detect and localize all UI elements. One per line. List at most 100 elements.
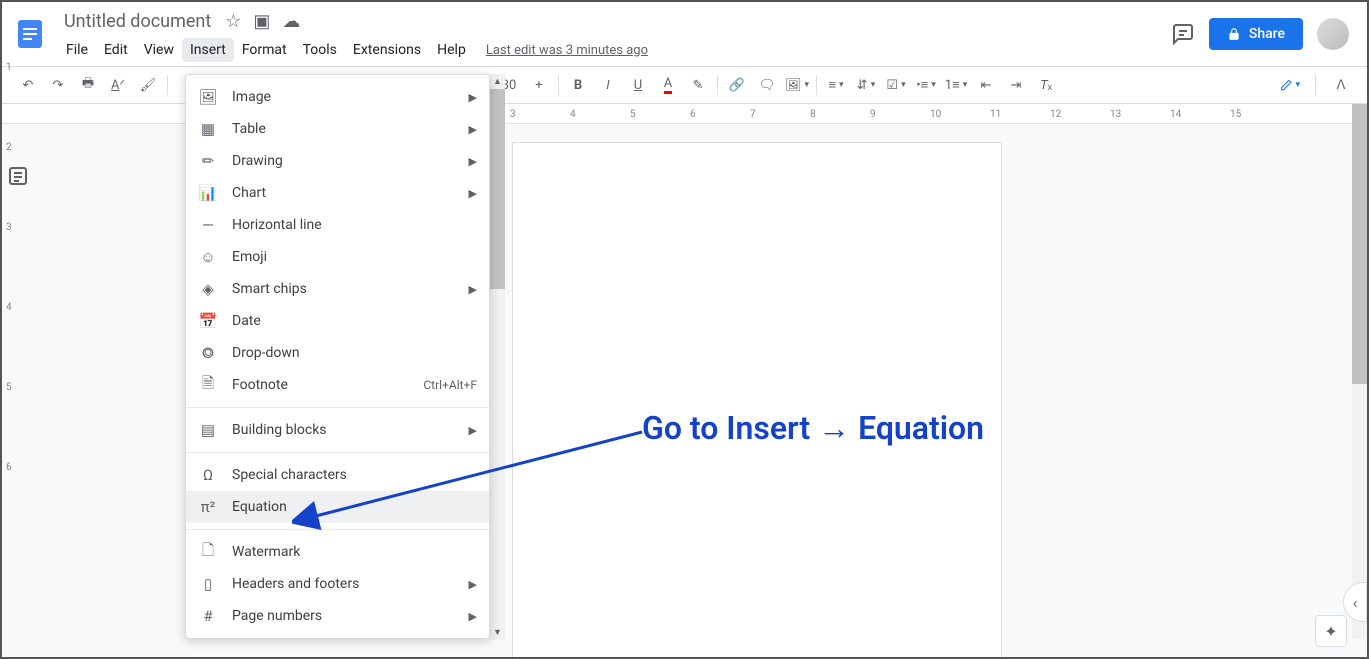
title-area: Untitled document ☆ ▣ ☁ File Edit View I… <box>58 5 1171 63</box>
menu-help[interactable]: Help <box>429 38 474 62</box>
italic-button[interactable]: I <box>594 71 622 99</box>
footnote-icon: 🗎 <box>198 375 218 395</box>
menu-view[interactable]: View <box>136 38 182 62</box>
submenu-arrow-icon: ▶ <box>469 91 477 104</box>
insert-menu-item-building-blocks[interactable]: ▤ Building blocks▶ <box>186 414 489 446</box>
document-title[interactable]: Untitled document <box>58 9 217 34</box>
insert-menu-item-smart-chips[interactable]: ◈Smart chips▶ <box>186 273 489 305</box>
highlight-button[interactable]: ✎ <box>684 71 712 99</box>
share-button[interactable]: Share <box>1209 18 1303 50</box>
star-icon[interactable]: ☆ <box>225 11 241 32</box>
menu-format[interactable]: Format <box>234 38 295 62</box>
menu-item-label: Image <box>232 89 469 105</box>
insert-menu-item-table[interactable]: ▦Table▶ <box>186 113 489 145</box>
chips-icon: ◈ <box>198 279 218 299</box>
drawing-icon: ✏ <box>198 151 218 171</box>
hide-menus-button[interactable]: ᐱ <box>1327 71 1355 99</box>
insert-menu-dropdown: 🖼Image▶▦Table▶✏Drawing▶📊Chart▶—Horizonta… <box>185 74 490 639</box>
insert-menu-item-footnote[interactable]: 🗎FootnoteCtrl+Alt+F <box>186 369 489 401</box>
hline-icon: — <box>198 215 218 235</box>
pi-icon: π² <box>198 497 218 517</box>
emoji-icon: ☺ <box>198 247 218 267</box>
insert-menu-item-headers-and-footers[interactable]: ▯Headers and footers▶ <box>186 568 489 600</box>
redo-button[interactable]: ↷ <box>44 71 72 99</box>
menu-item-label: Drawing <box>232 153 469 169</box>
line-spacing-button[interactable]: ⇵ <box>852 71 880 99</box>
menu-item-label: Special characters <box>232 467 477 483</box>
chart-icon: 📊 <box>198 183 218 203</box>
dropdown-icon: ⭗ <box>198 343 218 363</box>
page[interactable] <box>512 142 1002 657</box>
insert-menu-item-watermark[interactable]: 🗋Watermark <box>186 536 489 568</box>
omega-icon: Ω <box>198 465 218 485</box>
cloud-status-icon[interactable]: ☁ <box>282 11 300 32</box>
insert-image-button[interactable]: 🖼 <box>783 71 811 99</box>
editing-mode-button[interactable] <box>1276 71 1304 99</box>
table-icon: ▦ <box>198 119 218 139</box>
decrease-indent-button[interactable]: ⇤ <box>972 71 1000 99</box>
header: Untitled document ☆ ▣ ☁ File Edit View I… <box>2 2 1367 66</box>
insert-menu-item-date[interactable]: 📅 Date <box>186 305 489 337</box>
lock-icon <box>1227 27 1241 41</box>
menu-item-label: Drop-down <box>232 345 477 361</box>
menu-item-label: Smart chips <box>232 281 469 297</box>
submenu-arrow-icon: ▶ <box>469 578 477 591</box>
spellcheck-button[interactable]: Aᐟ <box>104 71 132 99</box>
zoom-plus-button[interactable]: + <box>525 71 553 99</box>
insert-menu-item-equation[interactable]: π² Equation <box>186 491 489 523</box>
text-color-button[interactable]: A <box>654 71 682 99</box>
menu-item-label: Table <box>232 121 469 137</box>
insert-menu-item-special-characters[interactable]: Ω Special characters <box>186 459 489 491</box>
menu-item-label: Date <box>232 313 477 329</box>
vertical-scrollbar[interactable] <box>1352 104 1367 639</box>
align-button[interactable]: ≡ <box>822 71 850 99</box>
paint-format-button[interactable]: 🖌 <box>134 71 162 99</box>
insert-menu-item-horizontal-line[interactable]: — Horizontal line <box>186 209 489 241</box>
bold-button[interactable]: B <box>564 71 592 99</box>
submenu-arrow-icon: ▶ <box>469 424 477 437</box>
menu-insert[interactable]: Insert <box>182 38 234 62</box>
insert-menu-item-image[interactable]: 🖼 Image▶ <box>186 81 489 113</box>
clear-formatting-button[interactable]: Tₓ <box>1032 71 1060 99</box>
menu-file[interactable]: File <box>58 38 96 62</box>
submenu-arrow-icon: ▶ <box>469 610 477 623</box>
menu-item-label: Headers and footers <box>232 576 469 592</box>
pagenum-icon: # <box>198 606 218 626</box>
menu-item-label: Page numbers <box>232 608 469 624</box>
insert-link-button[interactable]: 🔗 <box>723 71 751 99</box>
increase-indent-button[interactable]: ⇥ <box>1002 71 1030 99</box>
last-edit-link[interactable]: Last edit was 3 minutes ago <box>486 43 648 58</box>
insert-menu-item-page-numbers[interactable]: # Page numbers▶ <box>186 600 489 632</box>
submenu-arrow-icon: ▶ <box>469 187 477 200</box>
image-icon: 🖼 <box>198 87 218 107</box>
move-icon[interactable]: ▣ <box>253 11 270 32</box>
insert-menu-item-chart[interactable]: 📊 Chart▶ <box>186 177 489 209</box>
checklist-button[interactable]: ☑ <box>882 71 910 99</box>
comment-history-icon[interactable] <box>1171 22 1195 46</box>
add-comment-button[interactable]: 🗨 <box>753 71 781 99</box>
account-avatar[interactable] <box>1317 18 1349 50</box>
menu-item-label: Equation <box>232 499 477 515</box>
vertical-ruler[interactable]: 123456 <box>6 2 20 657</box>
insert-menu-item-drop-down[interactable]: ⭗ Drop-down <box>186 337 489 369</box>
print-button[interactable]: 🖶 <box>74 71 102 99</box>
menu-tools[interactable]: Tools <box>295 38 345 62</box>
menu-item-label: Emoji <box>232 249 477 265</box>
explore-button[interactable]: ✦ <box>1315 615 1347 647</box>
menu-scrollbar[interactable]: ▲ ▼ <box>490 74 505 640</box>
watermark-icon: 🗋 <box>198 542 218 562</box>
insert-menu-item-drawing[interactable]: ✏ Drawing▶ <box>186 145 489 177</box>
insert-menu-item-emoji[interactable]: ☺ Emoji <box>186 241 489 273</box>
menu-item-label: Chart <box>232 185 469 201</box>
date-icon: 📅 <box>198 311 218 331</box>
numbered-list-button[interactable]: 1≡ <box>942 71 970 99</box>
blocks-icon: ▤ <box>198 420 218 440</box>
pencil-icon <box>1280 76 1292 94</box>
bulleted-list-button[interactable]: •≡ <box>912 71 940 99</box>
menu-extensions[interactable]: Extensions <box>345 38 429 62</box>
menu-edit[interactable]: Edit <box>96 38 136 62</box>
underline-button[interactable]: U <box>624 71 652 99</box>
submenu-arrow-icon: ▶ <box>469 155 477 168</box>
menu-item-label: Horizontal line <box>232 217 477 233</box>
menu-item-label: Building blocks <box>232 422 469 438</box>
